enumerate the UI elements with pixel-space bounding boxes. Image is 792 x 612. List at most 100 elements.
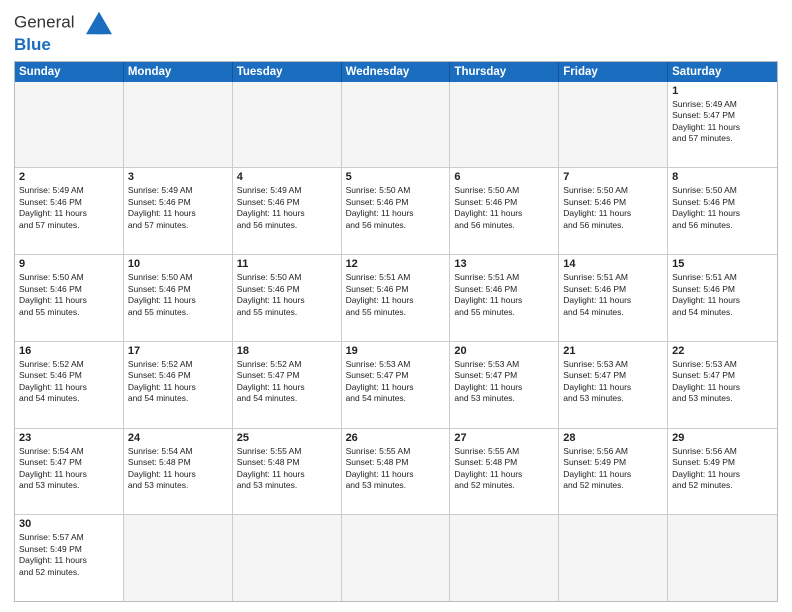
day-info-text: Sunrise: 5:56 AM Sunset: 5:49 PM Dayligh… <box>672 446 773 492</box>
calendar-day-14: 14 Sunrise: 5:51 AM Sunset: 5:46 PM Dayli… <box>559 255 668 341</box>
day-number: 3 <box>128 171 228 183</box>
day-info-text: Sunrise: 5:55 AM Sunset: 5:48 PM Dayligh… <box>237 446 337 492</box>
calendar-empty-cell <box>124 515 233 601</box>
day-info-text: Sunrise: 5:55 AM Sunset: 5:48 PM Dayligh… <box>454 446 554 492</box>
calendar-header: SundayMondayTuesdayWednesdayThursdayFrid… <box>15 62 777 82</box>
calendar-day-24: 24 Sunrise: 5:54 AM Sunset: 5:48 PM Dayli… <box>124 429 233 515</box>
day-info-text: Sunrise: 5:55 AM Sunset: 5:48 PM Dayligh… <box>346 446 446 492</box>
calendar-row-0: 1 Sunrise: 5:49 AM Sunset: 5:47 PM Daylig… <box>15 82 777 168</box>
day-number: 9 <box>19 258 119 270</box>
calendar-day-7: 7Sunrise: 5:50 AM Sunset: 5:46 PM Daylig… <box>559 168 668 254</box>
day-number: 17 <box>128 345 228 357</box>
logo-text: General <box>14 10 117 36</box>
day-info-text: Sunrise: 5:50 AM Sunset: 5:46 PM Dayligh… <box>346 185 446 231</box>
calendar-day-27: 27 Sunrise: 5:55 AM Sunset: 5:48 PM Dayli… <box>450 429 559 515</box>
calendar-empty-cell <box>233 515 342 601</box>
day-number: 23 <box>19 432 119 444</box>
day-number: 16 <box>19 345 119 357</box>
day-info-text: Sunrise: 5:53 AM Sunset: 5:47 PM Dayligh… <box>563 359 663 405</box>
calendar-day-6: 6 Sunrise: 5:50 AM Sunset: 5:46 PM Daylig… <box>450 168 559 254</box>
day-number: 26 <box>346 432 446 444</box>
calendar-day-30: 30 Sunrise: 5:57 AM Sunset: 5:49 PM Dayli… <box>15 515 124 601</box>
calendar-empty-cell <box>342 515 451 601</box>
day-info-text: Sunrise: 5:49 AM Sunset: 5:46 PM Dayligh… <box>19 185 119 231</box>
day-number: 5 <box>346 171 446 183</box>
calendar-day-10: 10 Sunrise: 5:50 AM Sunset: 5:46 PM Dayli… <box>124 255 233 341</box>
calendar-empty-cell <box>450 515 559 601</box>
day-number: 22 <box>672 345 773 357</box>
calendar-empty-cell <box>233 82 342 168</box>
page: General Blue SundayMondayTuesdayWednesda… <box>0 0 792 612</box>
calendar-day-8: 8Sunrise: 5:50 AM Sunset: 5:46 PM Daylig… <box>668 168 777 254</box>
calendar-row-5: 30 Sunrise: 5:57 AM Sunset: 5:49 PM Dayli… <box>15 514 777 601</box>
day-info-text: Sunrise: 5:50 AM Sunset: 5:46 PM Dayligh… <box>19 272 119 318</box>
calendar-empty-cell <box>450 82 559 168</box>
calendar-row-3: 16 Sunrise: 5:52 AM Sunset: 5:46 PM Dayli… <box>15 341 777 428</box>
calendar-day-15: 15Sunrise: 5:51 AM Sunset: 5:46 PM Dayli… <box>668 255 777 341</box>
calendar-day-25: 25 Sunrise: 5:55 AM Sunset: 5:48 PM Dayli… <box>233 429 342 515</box>
day-number: 11 <box>237 258 337 270</box>
calendar-day-26: 26 Sunrise: 5:55 AM Sunset: 5:48 PM Dayli… <box>342 429 451 515</box>
weekday-header-friday: Friday <box>559 62 668 82</box>
logo-blue: Blue <box>14 36 117 55</box>
day-info-text: Sunrise: 5:54 AM Sunset: 5:48 PM Dayligh… <box>128 446 228 492</box>
day-info-text: Sunrise: 5:49 AM Sunset: 5:46 PM Dayligh… <box>128 185 228 231</box>
calendar-empty-cell <box>559 82 668 168</box>
day-info-text: Sunrise: 5:49 AM Sunset: 5:47 PM Dayligh… <box>672 99 773 145</box>
calendar-day-21: 21Sunrise: 5:53 AM Sunset: 5:47 PM Dayli… <box>559 342 668 428</box>
calendar-empty-cell <box>668 515 777 601</box>
day-number: 19 <box>346 345 446 357</box>
day-info-text: Sunrise: 5:51 AM Sunset: 5:46 PM Dayligh… <box>346 272 446 318</box>
calendar-empty-cell <box>124 82 233 168</box>
day-info-text: Sunrise: 5:53 AM Sunset: 5:47 PM Dayligh… <box>672 359 773 405</box>
header: General Blue <box>14 10 778 55</box>
day-info-text: Sunrise: 5:51 AM Sunset: 5:46 PM Dayligh… <box>454 272 554 318</box>
calendar: SundayMondayTuesdayWednesdayThursdayFrid… <box>14 61 778 602</box>
calendar-body: 1 Sunrise: 5:49 AM Sunset: 5:47 PM Daylig… <box>15 82 777 601</box>
calendar-day-18: 18Sunrise: 5:52 AM Sunset: 5:47 PM Dayli… <box>233 342 342 428</box>
day-number: 25 <box>237 432 337 444</box>
day-info-text: Sunrise: 5:53 AM Sunset: 5:47 PM Dayligh… <box>346 359 446 405</box>
day-info-text: Sunrise: 5:51 AM Sunset: 5:46 PM Dayligh… <box>563 272 663 318</box>
weekday-header-wednesday: Wednesday <box>342 62 451 82</box>
weekday-header-saturday: Saturday <box>668 62 777 82</box>
calendar-day-23: 23Sunrise: 5:54 AM Sunset: 5:47 PM Dayli… <box>15 429 124 515</box>
day-number: 8 <box>672 171 773 183</box>
calendar-day-17: 17 Sunrise: 5:52 AM Sunset: 5:46 PM Dayli… <box>124 342 233 428</box>
calendar-empty-cell <box>15 82 124 168</box>
day-number: 28 <box>563 432 663 444</box>
day-number: 2 <box>19 171 119 183</box>
weekday-header-tuesday: Tuesday <box>233 62 342 82</box>
day-number: 29 <box>672 432 773 444</box>
calendar-day-22: 22 Sunrise: 5:53 AM Sunset: 5:47 PM Dayli… <box>668 342 777 428</box>
calendar-day-1: 1 Sunrise: 5:49 AM Sunset: 5:47 PM Daylig… <box>668 82 777 168</box>
day-number: 4 <box>237 171 337 183</box>
calendar-day-19: 19 Sunrise: 5:53 AM Sunset: 5:47 PM Dayli… <box>342 342 451 428</box>
day-number: 14 <box>563 258 663 270</box>
day-number: 30 <box>19 518 119 530</box>
weekday-header-monday: Monday <box>124 62 233 82</box>
day-info-text: Sunrise: 5:57 AM Sunset: 5:49 PM Dayligh… <box>19 532 119 578</box>
calendar-empty-cell <box>559 515 668 601</box>
day-info-text: Sunrise: 5:50 AM Sunset: 5:46 PM Dayligh… <box>237 272 337 318</box>
logo: General Blue <box>14 10 117 55</box>
day-number: 7 <box>563 171 663 183</box>
calendar-day-3: 3 Sunrise: 5:49 AM Sunset: 5:46 PM Daylig… <box>124 168 233 254</box>
day-info-text: Sunrise: 5:49 AM Sunset: 5:46 PM Dayligh… <box>237 185 337 231</box>
day-number: 27 <box>454 432 554 444</box>
day-info-text: Sunrise: 5:50 AM Sunset: 5:46 PM Dayligh… <box>128 272 228 318</box>
day-number: 1 <box>672 85 773 97</box>
calendar-day-28: 28 Sunrise: 5:56 AM Sunset: 5:49 PM Dayli… <box>559 429 668 515</box>
calendar-row-4: 23Sunrise: 5:54 AM Sunset: 5:47 PM Dayli… <box>15 428 777 515</box>
calendar-day-12: 12Sunrise: 5:51 AM Sunset: 5:46 PM Dayli… <box>342 255 451 341</box>
day-info-text: Sunrise: 5:50 AM Sunset: 5:46 PM Dayligh… <box>454 185 554 231</box>
day-number: 13 <box>454 258 554 270</box>
day-number: 6 <box>454 171 554 183</box>
day-number: 24 <box>128 432 228 444</box>
calendar-day-4: 4 Sunrise: 5:49 AM Sunset: 5:46 PM Daylig… <box>233 168 342 254</box>
weekday-header-sunday: Sunday <box>15 62 124 82</box>
day-info-text: Sunrise: 5:52 AM Sunset: 5:46 PM Dayligh… <box>128 359 228 405</box>
calendar-day-2: 2 Sunrise: 5:49 AM Sunset: 5:46 PM Daylig… <box>15 168 124 254</box>
day-info-text: Sunrise: 5:56 AM Sunset: 5:49 PM Dayligh… <box>563 446 663 492</box>
day-number: 10 <box>128 258 228 270</box>
